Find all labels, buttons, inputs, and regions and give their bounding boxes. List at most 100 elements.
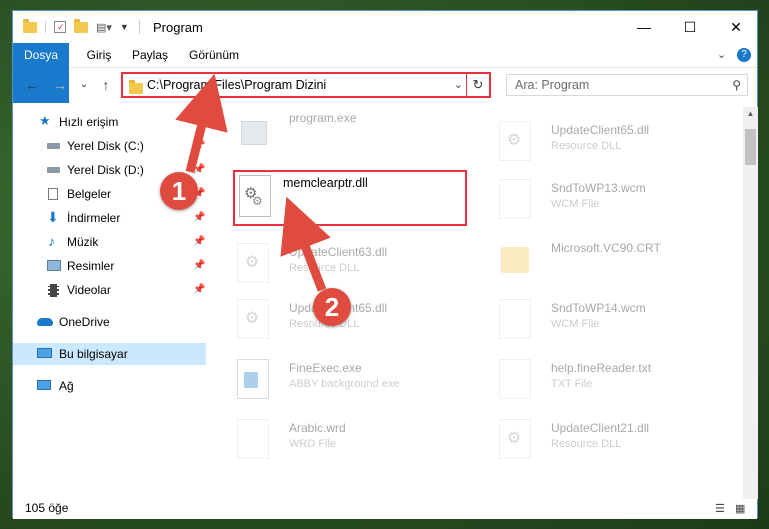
gear-icon: ⚙ — [244, 254, 260, 271]
chevron-down-icon[interactable]: ▼ — [120, 22, 129, 32]
file-name: UpdateClient63.dll — [289, 245, 388, 259]
large-icons-view-icon[interactable]: ▦ — [735, 502, 749, 515]
onedrive-icon — [37, 318, 53, 326]
pin-icon[interactable]: 📌 — [193, 135, 205, 157]
sidebar-item-label: Videolar — [67, 283, 111, 297]
highlighted-file-item[interactable]: ⚙ ⚙ memclearptr.dll — [233, 170, 467, 226]
list-item[interactable]: FineExec.exe ABBY background exe — [213, 353, 443, 413]
tab-home[interactable]: Giriş — [79, 43, 119, 67]
maximize-button[interactable]: ☐ — [667, 11, 713, 43]
sidebar-item-label: İndirmeler — [67, 211, 121, 225]
file-description: Resource DLL — [551, 438, 622, 450]
item-count: 105 öğe — [25, 501, 69, 515]
search-icon: ⚲ — [732, 78, 741, 92]
forward-button[interactable]: → — [51, 76, 69, 94]
star-icon: ★ — [39, 113, 51, 128]
sidebar-item-onedrive[interactable]: OneDrive — [13, 311, 208, 333]
window-title: Program — [153, 20, 203, 35]
file-description: Resource DLL — [289, 262, 360, 274]
file-description: WCM File — [551, 198, 600, 210]
exe-file-icon — [237, 359, 269, 399]
toolbar-divider — [45, 21, 46, 33]
gear-icon: ⚙ — [244, 310, 260, 327]
file-name: UpdateClient21.dll — [551, 421, 650, 435]
gear-icon: ⚙ — [252, 194, 263, 208]
pin-icon[interactable]: 📌 — [193, 231, 205, 253]
drive-icon — [47, 143, 60, 149]
list-item[interactable]: ⚙ UpdateClient21.dll Resource DLL — [475, 413, 705, 473]
refresh-button[interactable]: ↻ — [466, 74, 489, 96]
file-explorer-window: ✓ ▤▾ ▼ Program — ☐ ✕ Dosya Giriş Paylaş … — [12, 10, 758, 519]
gear-icon: ⚙ — [506, 430, 522, 447]
address-bar[interactable]: C:\Program Files\Program Dizini ⌄ ↻ — [121, 72, 491, 98]
toolbar-divider — [138, 20, 140, 34]
computer-icon — [37, 348, 52, 358]
address-path[interactable]: C:\Program Files\Program Dizini — [147, 78, 326, 92]
list-item[interactable]: Microsoft.VC90.CRT — [475, 233, 705, 293]
scroll-up-arrow[interactable]: ▲ — [743, 107, 758, 121]
file-name: FineExec.exe — [289, 361, 362, 375]
scroll-thumb[interactable] — [745, 129, 756, 165]
expand-ribbon-icon[interactable]: ⌄ — [717, 43, 726, 67]
file-description: WCM File — [551, 318, 600, 330]
address-dropdown-icon[interactable]: ⌄ — [454, 78, 463, 91]
help-icon[interactable]: ? — [737, 48, 751, 62]
pin-icon[interactable]: 📌 — [193, 255, 205, 277]
list-item[interactable]: ⚙ UpdateClient65.dll Resource DLL — [475, 115, 705, 175]
navigation-bar: ← → ⌄ ↑ C:\Program Files\Program Dizini … — [13, 68, 757, 102]
list-item[interactable]: help.fineReader.txt TXT File — [475, 353, 705, 413]
list-item[interactable]: Arabic.wrd WRD File — [213, 413, 443, 473]
close-button[interactable]: ✕ — [713, 11, 759, 43]
downloads-icon: ⬇ — [47, 209, 59, 225]
recent-locations-button[interactable]: ⌄ — [75, 76, 93, 94]
text-file-icon — [499, 359, 531, 399]
tab-share[interactable]: Paylaş — [125, 43, 175, 67]
title-bar: ✓ ▤▾ ▼ Program — ☐ ✕ — [13, 11, 757, 43]
vertical-scrollbar[interactable]: ▲ — [743, 107, 758, 499]
search-input[interactable]: Ara: Program — [515, 78, 589, 92]
drive-icon — [47, 167, 60, 173]
sidebar-item-label: Müzik — [67, 235, 99, 249]
sidebar-item-quick-access[interactable]: ★ Hızlı erişim — [13, 111, 208, 133]
exe-file-icon — [237, 113, 269, 153]
new-folder-icon[interactable] — [74, 18, 88, 33]
sidebar-item-music[interactable]: ♪ Müzik 📌 — [13, 231, 208, 253]
file-name: memclearptr.dll — [283, 176, 368, 190]
videos-icon — [48, 284, 59, 297]
back-button[interactable]: ← — [23, 76, 41, 94]
sidebar-item-label: Yerel Disk (D:) — [67, 163, 144, 177]
folder-icon — [129, 80, 143, 94]
customize-toolbar-icon[interactable]: ▤▾ — [96, 21, 112, 34]
pin-icon[interactable]: 📌 — [193, 207, 205, 229]
details-view-icon[interactable]: ☰ — [715, 502, 729, 515]
sidebar-item-label: Belgeler — [67, 187, 112, 201]
file-name: SndToWP13.wcm — [551, 181, 646, 195]
up-button[interactable]: ↑ — [97, 76, 115, 94]
list-item[interactable]: program.exe — [213, 107, 443, 167]
sidebar-item-label: Resimler — [67, 259, 115, 273]
pin-icon[interactable]: 📌 — [193, 279, 205, 301]
sidebar-item-label: Bu bilgisayar — [59, 347, 128, 361]
ribbon-tabs: Dosya Giriş Paylaş Görünüm ⌄ ? — [13, 43, 757, 103]
tab-view[interactable]: Görünüm — [183, 43, 245, 67]
sidebar-item-videos[interactable]: Videolar 📌 — [13, 279, 208, 301]
minimize-button[interactable]: — — [621, 11, 667, 43]
search-box[interactable]: Ara: Program ⚲ — [506, 74, 748, 96]
folder-icon — [23, 18, 37, 33]
sidebar-item-this-pc[interactable]: Bu bilgisayar — [13, 343, 206, 365]
list-item[interactable]: SndToWP13.wcm WCM File — [475, 173, 705, 233]
network-icon — [37, 380, 51, 390]
sidebar-item-network[interactable]: Ağ — [13, 375, 208, 397]
sidebar-item-pictures[interactable]: Resimler 📌 — [13, 255, 208, 277]
file-description: ABBY background exe — [289, 378, 400, 390]
sidebar-item-downloads[interactable]: ⬇ İndirmeler 📌 — [13, 207, 208, 229]
list-item[interactable]: SndToWP14.wcm WCM File — [475, 293, 705, 353]
sidebar-item-label: OneDrive — [59, 315, 110, 329]
dll-file-icon: ⚙ — [237, 299, 269, 339]
quick-access-toolbar: ✓ ▤▾ ▼ — [23, 18, 140, 35]
pin-icon[interactable]: 📌 — [193, 159, 205, 181]
dll-file-icon: ⚙ ⚙ — [239, 175, 271, 217]
generic-file-icon — [499, 299, 531, 339]
sidebar-item-local-disk-c[interactable]: Yerel Disk (C:) 📌 — [13, 135, 208, 157]
properties-icon[interactable]: ✓ — [54, 21, 66, 33]
